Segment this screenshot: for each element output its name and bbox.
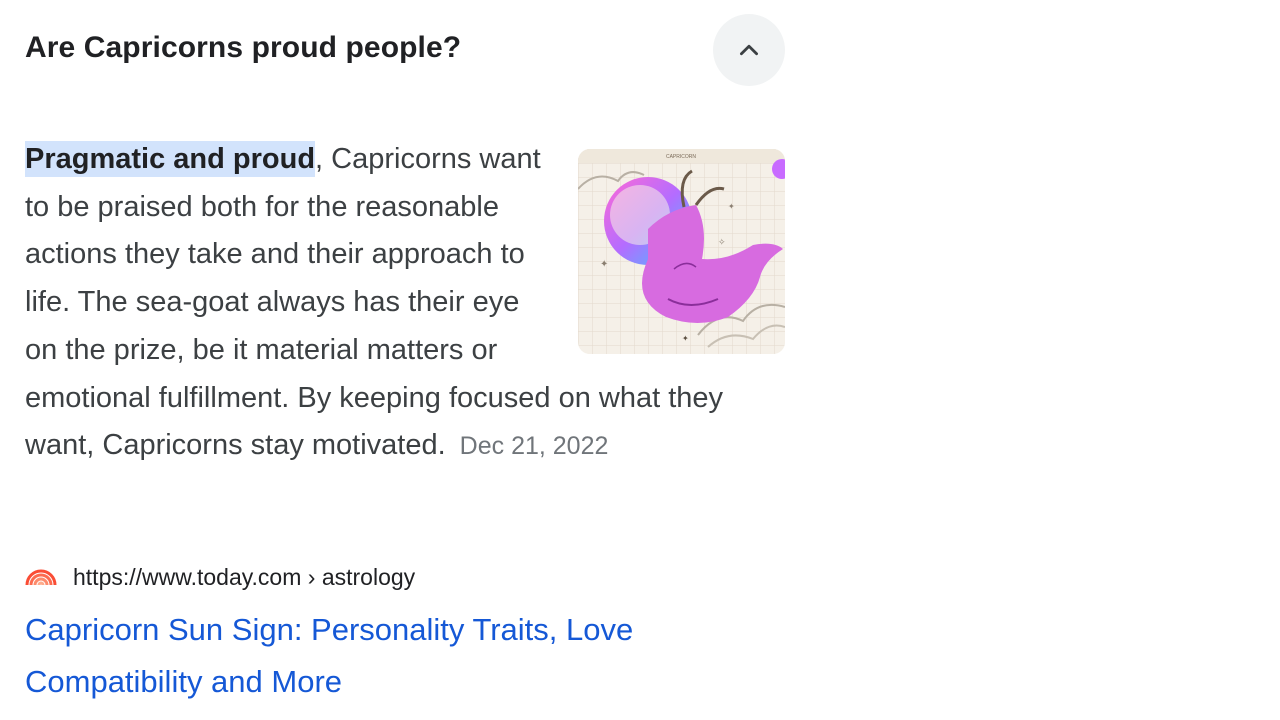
svg-text:✦: ✦ (600, 259, 608, 270)
result-title-link[interactable]: Capricorn Sun Sign: Personality Traits, … (25, 604, 725, 708)
question-row[interactable]: Are Capricorns proud people? (25, 14, 785, 86)
svg-text:✦: ✦ (728, 202, 735, 211)
source-row[interactable]: https://www.today.com › astrology (25, 561, 415, 593)
answer-date: Dec 21, 2022 (459, 432, 609, 461)
thumbnail-caption: CAPRICORN (666, 154, 696, 160)
capricorn-thumbnail[interactable]: CAPRICORN ✦ ✦ ✧ ✦ (578, 149, 785, 354)
capricorn-illustration: CAPRICORN ✦ ✦ ✧ ✦ (578, 149, 785, 354)
featured-snippet-page: Are Capricorns proud people? CAPRICORN ✦… (0, 0, 1280, 720)
question-text[interactable]: Are Capricorns proud people? (25, 31, 461, 65)
source-url[interactable]: https://www.today.com › astrology (73, 564, 415, 591)
answer-highlight: Pragmatic and proud (25, 141, 316, 177)
answer-snippet: CAPRICORN ✦ ✦ ✧ ✦ Pragmatic and proud, C… (25, 136, 785, 471)
collapse-button[interactable] (713, 14, 785, 86)
chevron-up-icon (740, 44, 758, 56)
today-rainbow-icon (25, 569, 57, 586)
svg-text:✦: ✦ (682, 334, 689, 343)
svg-text:✧: ✧ (718, 237, 726, 247)
